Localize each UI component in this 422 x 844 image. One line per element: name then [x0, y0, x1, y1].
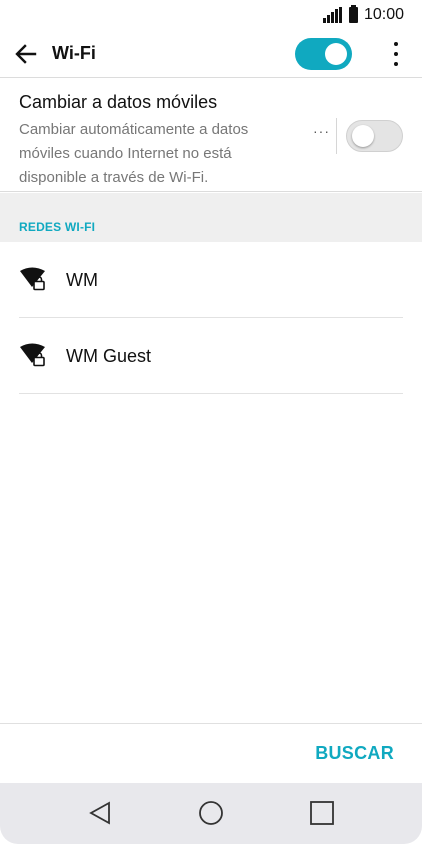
network-name: WM Guest — [66, 346, 152, 366]
app-bar: Wi-Fi — [0, 30, 422, 78]
arrow-left-icon[interactable] — [12, 40, 40, 68]
wifi-lock-icon — [19, 266, 47, 292]
switch-to-mobile-description: Cambiar automáticamente a datos móviles … — [19, 121, 249, 186]
list-divider — [19, 393, 403, 394]
navigation-bar — [0, 783, 422, 844]
status-bar: 10:00 — [0, 0, 422, 30]
switch-to-mobile-title: Cambiar a datos móviles — [19, 92, 218, 112]
bottom-divider — [0, 723, 422, 724]
toggle-knob — [352, 125, 374, 147]
home-circle-icon[interactable] — [195, 797, 227, 829]
vertical-divider — [336, 118, 337, 154]
toggle-knob — [325, 43, 347, 65]
network-item[interactable]: WM — [0, 242, 422, 318]
battery-icon — [348, 5, 358, 23]
more-options-icon[interactable]: ··· — [313, 123, 330, 139]
mobile-data-switch-toggle[interactable] — [346, 120, 403, 152]
wifi-master-toggle[interactable] — [295, 38, 352, 70]
scan-button[interactable]: BUSCAR — [315, 743, 394, 764]
back-triangle-icon[interactable] — [84, 797, 116, 829]
more-vert-icon[interactable] — [386, 40, 406, 68]
status-icons: 10:00 — [322, 5, 404, 24]
signal-icon — [322, 7, 342, 23]
networks-section-header: REDES WI-FI — [0, 193, 422, 242]
network-item[interactable]: WM Guest — [0, 318, 422, 394]
section-label: REDES WI-FI — [19, 220, 96, 234]
page-title: Wi-Fi — [52, 43, 96, 63]
wifi-lock-icon — [19, 342, 47, 368]
network-name: WM — [66, 270, 98, 290]
switch-to-mobile-data-row[interactable]: Cambiar a datos móviles Cambiar automáti… — [0, 80, 422, 192]
recents-square-icon[interactable] — [306, 797, 338, 829]
status-time: 10:00 — [363, 6, 404, 23]
